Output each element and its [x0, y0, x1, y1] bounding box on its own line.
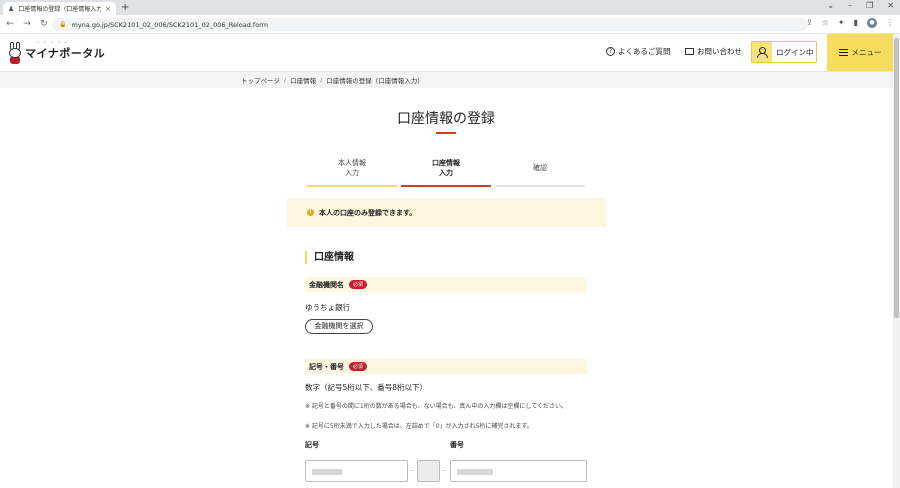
faq-link[interactable]: ? よくあるご質問 [606, 46, 671, 57]
minimize-icon[interactable]: – [848, 1, 852, 10]
step-label: 口座情報 [432, 159, 460, 167]
step-personal-info: 本人情報 入力 [305, 157, 399, 187]
mynaportal-mascot-icon [8, 42, 22, 64]
hamburger-icon [838, 49, 848, 56]
tab-title: 口座情報の登録（口座情報入力） [18, 6, 102, 13]
bank-value: ゆうちょ銀行 [305, 303, 350, 312]
page-title: 口座情報の登録 [397, 111, 495, 127]
site-logo[interactable]: ・・・・・ マイナポータル [8, 40, 106, 64]
step-indicator [307, 185, 397, 187]
site-header: ・・・・・ マイナポータル ? よくあるご質問 お問い合わせ ログイン中 メニュ… [0, 34, 893, 72]
masked-value [312, 469, 342, 475]
restore-icon[interactable]: ❐ [866, 1, 873, 10]
progress-steps: 本人情報 入力 口座情報 入力 確認 [305, 157, 587, 187]
separator-dash: – [410, 466, 414, 474]
step-account-info: 口座情報 入力 [399, 157, 493, 187]
contact-link[interactable]: お問い合わせ [685, 46, 742, 57]
browser-toolbar: ← → ↻ 🔒 myna.go.jp/SCK2101_02_006/SCK210… [0, 15, 900, 34]
info-icon: i [307, 209, 314, 216]
breadcrumb-current: 口座情報の登録（口座情報入力） [326, 77, 424, 85]
logo-text: マイナポータル [25, 47, 106, 60]
note-zero-padding: ※ 記号に5桁未満で入力した場合は、左詰めで「0」が入力され5桁に補完されます。 [305, 423, 533, 430]
forward-icon[interactable]: → [20, 19, 34, 29]
step-confirm: 確認 [493, 157, 587, 187]
mail-icon [685, 48, 694, 55]
reload-icon[interactable]: ↻ [37, 19, 51, 29]
symbol-input[interactable] [305, 460, 408, 482]
masked-value [457, 469, 493, 475]
browser-tab-bar: ♟ 口座情報の登録（口座情報入力） × + ⌄ – ❐ ✕ [0, 0, 900, 15]
tab-search-icon[interactable]: ⌄ [827, 1, 834, 10]
step-label: 本人情報 [338, 159, 366, 167]
menu-button[interactable]: メニュー [827, 34, 893, 71]
close-window-icon[interactable]: ✕ [887, 1, 894, 10]
breadcrumb-separator: / [320, 76, 323, 84]
account-number-input[interactable] [450, 460, 587, 482]
browser-tab[interactable]: ♟ 口座情報の登録（口座情報入力） × [3, 2, 116, 15]
scrollbar-thumb[interactable] [894, 38, 899, 318]
menu-label: メニュー [851, 48, 882, 57]
contact-label: お問い合わせ [697, 47, 742, 56]
user-icon-box [752, 42, 772, 62]
login-status-button[interactable]: ログイン中 [751, 41, 817, 63]
step-label: 入力 [439, 169, 453, 177]
logo-ruby-dots: ・・・・・ [36, 40, 71, 45]
note-middle-field: ※ 記号と番号の間に1桁の数がある場合も、ない場合も、真ん中の入力欄は空欄にして… [305, 403, 568, 410]
url-text: myna.go.jp/SCK2101_02_006/SCK2101_02_006… [71, 20, 269, 29]
question-circle-icon: ? [606, 47, 615, 56]
breadcrumb-separator: / [283, 76, 287, 84]
bank-field-header: 金融機関名 必須 [305, 277, 587, 292]
breadcrumb-account[interactable]: 口座情報 [290, 75, 316, 85]
title-underline [436, 132, 456, 134]
window-controls: ⌄ – ❐ ✕ [827, 1, 894, 10]
step-label: 確認 [533, 164, 547, 172]
bookmark-star-icon[interactable]: ☆ [822, 18, 829, 28]
back-icon[interactable]: ← [3, 19, 17, 29]
step-indicator [401, 185, 491, 187]
extensions-icon[interactable]: ✦ [838, 18, 845, 28]
bank-label: 金融機関名 [309, 280, 344, 289]
side-panel-icon[interactable]: ▮ [854, 18, 858, 28]
step-indicator [495, 185, 585, 187]
number-label: 記号・番号 [309, 362, 344, 371]
site-favicon-icon: ♟ [8, 4, 15, 13]
select-bank-button[interactable]: 金融機関を選択 [305, 319, 373, 334]
lock-icon[interactable]: 🔒 [59, 21, 66, 28]
browser-actions: ⇪ ☆ ✦ ▮ ● ⋮ [806, 18, 894, 28]
login-label: ログイン中 [776, 47, 814, 57]
breadcrumb-top[interactable]: トップページ [241, 75, 280, 85]
notice-box: i 本人の口座のみ登録できます。 [287, 198, 606, 227]
symbol-label: 記号 [305, 441, 319, 449]
address-bar[interactable]: 🔒 myna.go.jp/SCK2101_02_006/SCK2101_02_0… [52, 18, 808, 31]
required-badge: 必須 [349, 280, 368, 289]
step-label: 入力 [345, 169, 359, 177]
faq-label: よくあるご質問 [618, 47, 671, 56]
separator-dash: – [442, 466, 446, 474]
breadcrumb: トップページ / 口座情報 / 口座情報の登録（口座情報入力） [0, 72, 893, 88]
page-scrollbar[interactable] [893, 34, 900, 488]
section-heading: 口座情報 [305, 251, 354, 264]
browser-menu-icon[interactable]: ⋮ [886, 18, 894, 28]
profile-avatar-icon[interactable]: ● [867, 18, 877, 28]
middle-digit-input[interactable] [417, 460, 440, 482]
share-icon[interactable]: ⇪ [806, 18, 813, 28]
digits-note: 数字（記号5桁以下、番号8桁以下） [305, 383, 428, 392]
account-number-label: 番号 [450, 441, 464, 449]
new-tab-button[interactable]: + [121, 2, 129, 13]
notice-text: 本人の口座のみ登録できます。 [319, 208, 417, 217]
close-tab-icon[interactable]: × [105, 5, 111, 13]
person-icon [757, 46, 768, 58]
number-field-header: 記号・番号 必須 [305, 359, 587, 374]
required-badge: 必須 [349, 362, 368, 371]
